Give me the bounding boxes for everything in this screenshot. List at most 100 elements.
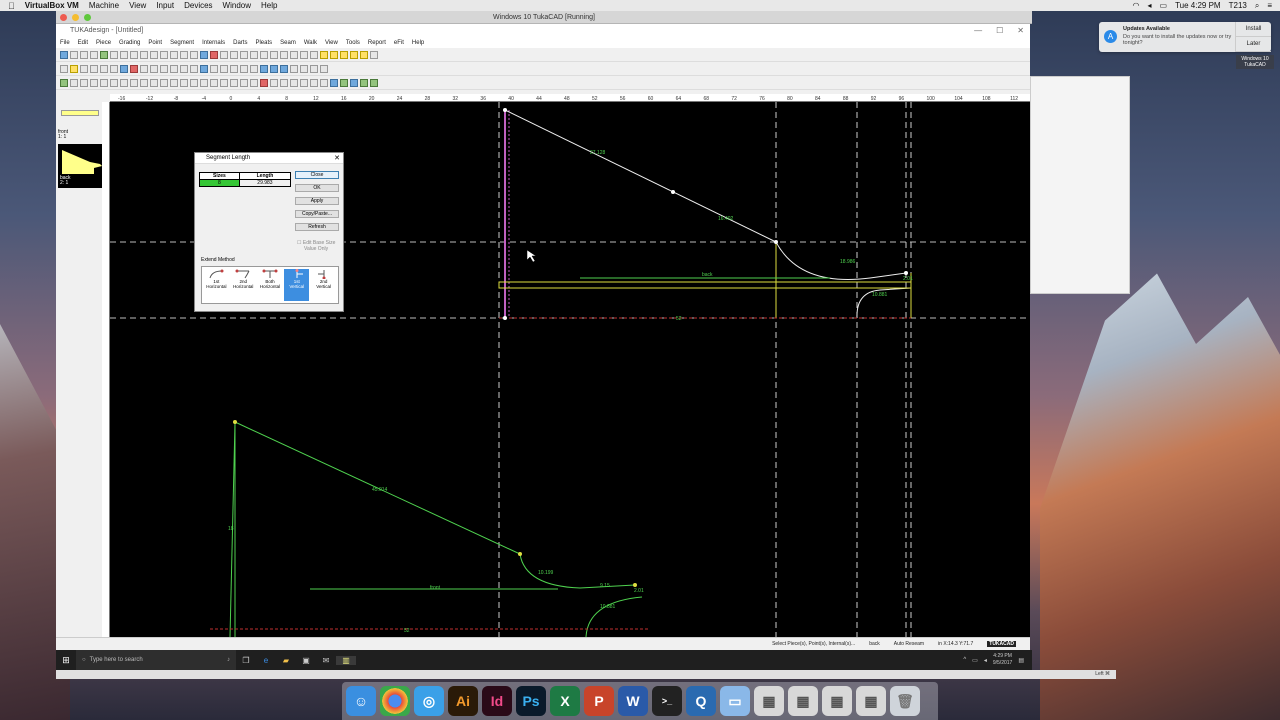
- buttonhole-icon[interactable]: [190, 78, 198, 87]
- point-b2[interactable]: [774, 240, 778, 244]
- volume-icon[interactable]: ◂: [1148, 1, 1152, 10]
- layers-icon[interactable]: [370, 50, 378, 59]
- foldline-icon[interactable]: [210, 78, 218, 87]
- refresh-button[interactable]: Refresh: [295, 223, 339, 231]
- segment-length-icon[interactable]: [110, 78, 118, 87]
- internal-circle-icon[interactable]: [170, 78, 178, 87]
- battery-icon[interactable]: ▭: [1160, 1, 1168, 10]
- split-icon[interactable]: [170, 64, 178, 73]
- dart-close-icon[interactable]: [220, 64, 228, 73]
- open-icon[interactable]: [80, 50, 88, 59]
- window-thumb-1-icon[interactable]: ▦: [754, 686, 784, 716]
- align-icon[interactable]: [60, 64, 68, 73]
- grainline-icon[interactable]: [200, 78, 208, 87]
- start-icon[interactable]: ⊞: [56, 655, 76, 666]
- shape-square-icon[interactable]: [320, 50, 328, 59]
- menu-input[interactable]: Input: [156, 1, 174, 10]
- back-piece[interactable]: 27.128 16.402 18.986 10.881 2.01 52 back: [498, 108, 913, 322]
- front-lower-curve[interactable]: [585, 596, 643, 637]
- shape-circle-icon[interactable]: [330, 50, 338, 59]
- slash-icon[interactable]: [240, 64, 248, 73]
- background-window[interactable]: [1030, 76, 1130, 294]
- menu-internals[interactable]: Internals: [202, 40, 225, 46]
- action-center-icon[interactable]: ▤: [1018, 657, 1024, 664]
- segment-offset-icon[interactable]: [140, 78, 148, 87]
- edit-base-size-checkbox[interactable]: ☐ Edit Base Size Value Only: [297, 240, 335, 252]
- excel-icon[interactable]: X: [550, 686, 580, 716]
- tray-chevron-icon[interactable]: ^: [963, 657, 966, 663]
- tukacad-taskbar-icon[interactable]: ▥: [336, 655, 356, 665]
- point-grade-icon[interactable]: [100, 78, 108, 87]
- menubar-user[interactable]: T213: [1229, 1, 1247, 10]
- segment-extend-icon[interactable]: [150, 78, 158, 87]
- export-icon[interactable]: [100, 50, 108, 59]
- pleat-icon[interactable]: [300, 50, 308, 59]
- rotate-icon[interactable]: [250, 50, 258, 59]
- zoom-fit-icon[interactable]: [190, 50, 198, 59]
- close-icon[interactable]: ✕: [1017, 24, 1024, 37]
- move-icon[interactable]: [90, 64, 98, 73]
- desktop-vm-icon[interactable]: Windows 10 TukaCAD: [1236, 55, 1274, 69]
- walk-pieces-icon[interactable]: [250, 78, 258, 87]
- color-swatch[interactable]: [61, 110, 99, 116]
- segment-icon[interactable]: [230, 50, 238, 59]
- shape-hex-icon[interactable]: [350, 50, 358, 59]
- seam-icon[interactable]: [270, 50, 278, 59]
- menu-machine[interactable]: Machine: [89, 1, 119, 10]
- dart-icon[interactable]: [290, 50, 298, 59]
- later-button[interactable]: Later: [1236, 37, 1271, 52]
- menu-point[interactable]: Point: [148, 40, 162, 46]
- menubar-clock[interactable]: Tue 4:29 PM: [1175, 1, 1221, 10]
- edge-icon[interactable]: e: [256, 656, 276, 665]
- menu-grading[interactable]: Grading: [119, 40, 140, 46]
- powerpoint-icon[interactable]: P: [584, 686, 614, 716]
- point-move-icon[interactable]: [80, 78, 88, 87]
- view-3-icon[interactable]: [280, 64, 288, 73]
- menu-tools[interactable]: Tools: [346, 40, 360, 46]
- menu-virtualbox[interactable]: VirtualBox VM: [25, 1, 79, 10]
- copy-paste-button[interactable]: Copy/Paste...: [295, 210, 339, 218]
- method-2nd-horizontal[interactable]: 2nd Horizontal: [231, 269, 256, 301]
- piece-icon[interactable]: [200, 50, 208, 59]
- shape-diamond-icon[interactable]: [340, 50, 348, 59]
- globe-icon[interactable]: [200, 64, 208, 73]
- status-mode[interactable]: Auto Reseam: [894, 641, 924, 647]
- dialog-close-icon[interactable]: ✕: [334, 153, 340, 164]
- menu-edit[interactable]: Edit: [78, 40, 88, 46]
- nest-icon[interactable]: [340, 78, 348, 87]
- minimize-icon[interactable]: —: [974, 24, 982, 37]
- point-b0[interactable]: [503, 108, 507, 112]
- copy-icon[interactable]: [130, 50, 138, 59]
- photoshop-icon[interactable]: Ps: [516, 686, 546, 716]
- view-1-icon[interactable]: [260, 64, 268, 73]
- measure-2-icon[interactable]: [300, 78, 308, 87]
- menu-pleats[interactable]: Pleats: [255, 40, 272, 46]
- menu-report[interactable]: Report: [368, 40, 386, 46]
- sheet-icon[interactable]: [290, 64, 298, 73]
- join-icon[interactable]: [180, 64, 188, 73]
- menu-piece[interactable]: Piece: [96, 40, 111, 46]
- folder-icon[interactable]: ▭: [720, 686, 750, 716]
- grade-rule-icon[interactable]: [330, 78, 338, 87]
- zoom-window-button[interactable]: [84, 14, 91, 21]
- segment-smooth-icon[interactable]: [130, 78, 138, 87]
- menu-darts[interactable]: Darts: [233, 40, 247, 46]
- notch-icon[interactable]: [310, 50, 318, 59]
- pivot-icon[interactable]: [230, 64, 238, 73]
- file-explorer-icon[interactable]: ▰: [276, 656, 296, 665]
- color-icon[interactable]: [130, 64, 138, 73]
- updates-notification[interactable]: A Updates Available Do you want to insta…: [1099, 22, 1271, 52]
- size-icon[interactable]: [370, 78, 378, 87]
- dart-add-icon[interactable]: [260, 78, 268, 87]
- menu-help[interactable]: Help: [261, 1, 277, 10]
- method-2nd-vertical[interactable]: 2nd Vertical: [311, 269, 336, 301]
- install-button[interactable]: Install: [1236, 22, 1271, 37]
- paste-icon[interactable]: [140, 50, 148, 59]
- taskbar-clock[interactable]: 4:29 PM 9/5/2017: [993, 653, 1012, 667]
- point-add-icon[interactable]: [60, 78, 68, 87]
- illustrator-icon[interactable]: Ai: [448, 686, 478, 716]
- cut-icon[interactable]: [120, 50, 128, 59]
- window-thumb-4-icon[interactable]: ▦: [856, 686, 886, 716]
- internal-drill-icon[interactable]: [180, 78, 188, 87]
- arc-icon[interactable]: [160, 64, 168, 73]
